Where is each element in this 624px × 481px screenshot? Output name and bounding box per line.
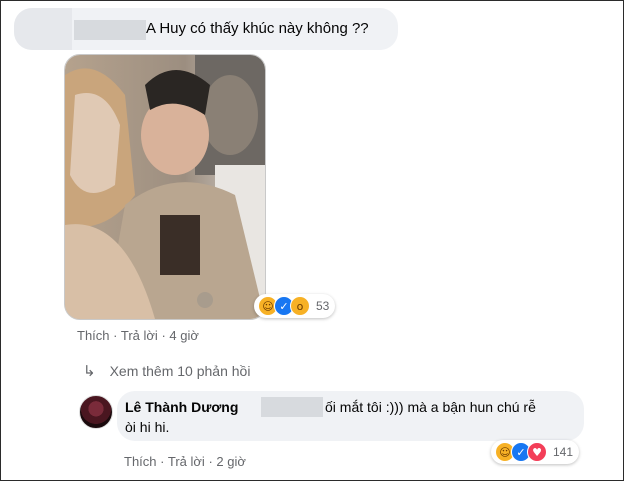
reaction-count: 53 xyxy=(316,299,330,313)
photo-image xyxy=(65,55,265,319)
comment-actions: Thích · Trả lời · 4 giờ xyxy=(77,328,199,343)
blurred-tag xyxy=(261,397,323,417)
see-more-label: Xem thêm 10 phản hồi xyxy=(109,363,251,379)
blurred-commenter-name xyxy=(14,8,72,50)
reply-link[interactable]: Trả lời xyxy=(121,328,158,343)
comment-text: A Huy có thấy khúc này không ?? xyxy=(146,20,369,37)
reply-reactions[interactable]: ☺ ✓ ♥ 141 xyxy=(491,440,580,464)
separator: · xyxy=(113,328,118,343)
comment-reactions[interactable]: ☺ ✓ o 53 xyxy=(254,294,336,318)
see-more-replies[interactable]: ↳ Xem thêm 10 phản hồi xyxy=(83,362,250,380)
timestamp[interactable]: 2 giờ xyxy=(216,454,246,469)
separator: · xyxy=(161,328,166,343)
comment-bubble: A Huy có thấy khúc này không ?? xyxy=(14,8,398,50)
reply-arrow-icon: ↳ xyxy=(83,363,96,380)
separator: · xyxy=(160,454,165,469)
comment-photo[interactable] xyxy=(64,54,266,320)
reaction-count: 141 xyxy=(553,445,574,459)
timestamp[interactable]: 4 giờ xyxy=(169,328,199,343)
reply-author[interactable]: Lê Thành Dương xyxy=(125,399,238,415)
reply-actions: Thích · Trả lời · 2 giờ xyxy=(124,454,246,469)
avatar[interactable] xyxy=(79,395,113,429)
reply-bubble: Lê Thành Dương ối mắt tôi :))) mà a bận … xyxy=(117,391,584,441)
like-link[interactable]: Thích xyxy=(77,328,110,343)
like-link[interactable]: Thích xyxy=(124,454,157,469)
wow-icon: o xyxy=(290,296,310,316)
reply-link[interactable]: Trả lời xyxy=(168,454,205,469)
blurred-tag xyxy=(74,20,146,40)
reply-text-line1: ối mắt tôi :))) mà a bận hun chú rễ xyxy=(325,399,536,415)
love-icon: ♥ xyxy=(527,442,547,462)
separator: · xyxy=(208,454,213,469)
reply-text-line2: òi hi hi. xyxy=(125,419,170,435)
